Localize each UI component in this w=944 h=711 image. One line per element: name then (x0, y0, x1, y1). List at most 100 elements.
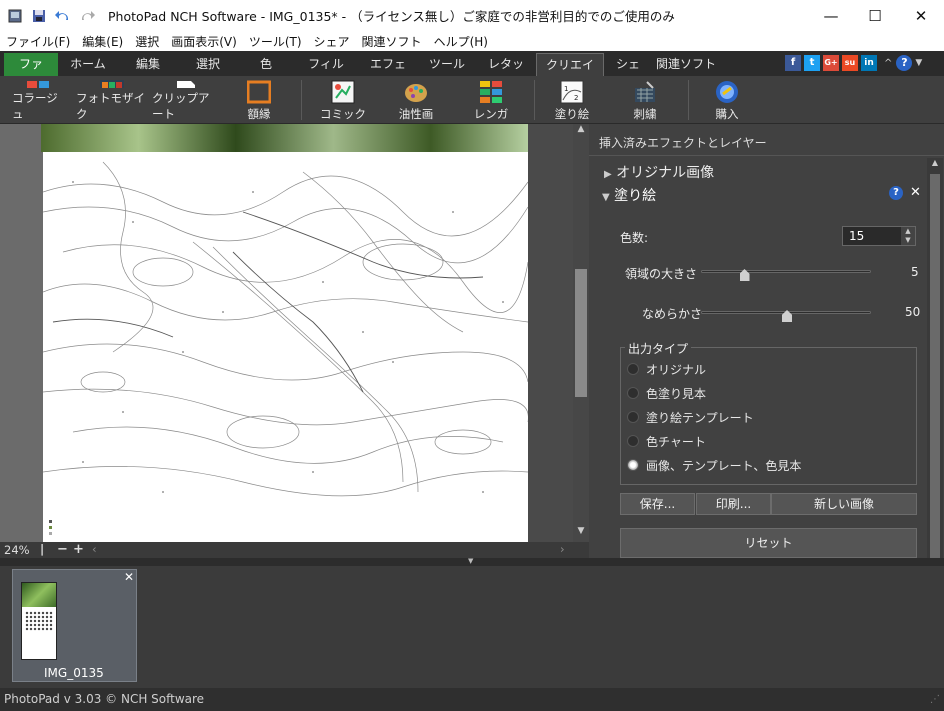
frame-icon (247, 80, 271, 104)
region-size-slider[interactable] (701, 269, 871, 281)
output-type-option-label[interactable]: 色チャート (646, 433, 706, 450)
tab-effect[interactable]: エフェクト (358, 53, 418, 94)
output-type-radio[interactable] (627, 363, 639, 375)
coloring-button[interactable]: 12 塗り絵 (551, 80, 593, 122)
panel-splitter[interactable]: ▼ (0, 557, 944, 566)
canvas-shadow (528, 124, 573, 542)
app-icon[interactable] (6, 7, 24, 25)
frame-label: 額縁 (247, 107, 271, 121)
layer-effect-row[interactable]: ▼ 塗り絵 (602, 185, 656, 205)
scroll-down-icon[interactable]: ▼ (573, 526, 589, 542)
reset-button[interactable]: リセット (620, 528, 917, 558)
coloring-page-image[interactable] (42, 152, 529, 542)
zoom-out-button[interactable]: | (40, 542, 44, 556)
output-type-radio[interactable] (627, 387, 639, 399)
toolbar-divider (534, 80, 535, 120)
colors-value: 15 (849, 229, 865, 243)
purchase-button[interactable]: 購入 (706, 80, 748, 122)
canvas-vertical-scrollbar[interactable]: ▲ ▼ (573, 124, 589, 542)
menu-help[interactable]: ヘルプ(H) (428, 33, 494, 50)
close-thumbnail-icon[interactable]: ✕ (124, 570, 134, 584)
google-plus-icon[interactable]: G+ (823, 55, 839, 71)
collapse-ribbon-icon[interactable]: ^ (884, 58, 892, 69)
comic-button[interactable]: コミック (320, 80, 366, 122)
smoothness-slider-thumb[interactable] (782, 310, 792, 322)
canvas-scroll-thumb[interactable] (575, 269, 587, 397)
output-type-radio[interactable] (627, 435, 639, 447)
frame-button[interactable]: 額縁 (236, 80, 282, 122)
twitter-icon[interactable]: t (804, 55, 820, 71)
thumbnail-image (21, 582, 57, 660)
scroll-left-icon[interactable]: ‹ (92, 542, 97, 556)
tab-file[interactable]: ファイル (4, 53, 58, 94)
tab-retouch[interactable]: レタッチ (476, 53, 536, 94)
effect-help-icon[interactable]: ? (889, 186, 903, 200)
tab-creative[interactable]: クリエイティブ (536, 53, 604, 95)
region-size-slider-thumb[interactable] (739, 269, 750, 281)
output-type-option-label[interactable]: 色塗り見本 (646, 385, 706, 402)
menu-edit[interactable]: 編集(E) (76, 33, 129, 50)
panel-scroll-thumb[interactable] (930, 174, 940, 558)
color-key-marks (49, 520, 53, 536)
smoothness-label: なめらかさ (642, 307, 703, 321)
scroll-right-icon[interactable]: › (560, 542, 565, 556)
brick-button[interactable]: レンガ (468, 80, 514, 122)
smoothness-slider[interactable] (701, 310, 871, 322)
tab-share[interactable]: シェア (604, 53, 652, 94)
tab-color[interactable]: 色 (238, 53, 294, 76)
stepper-up-icon[interactable]: ▲ (901, 227, 915, 236)
tab-tools[interactable]: ツール (418, 53, 476, 76)
menu-tools[interactable]: ツール(T) (243, 33, 308, 50)
colors-stepper[interactable]: 15 ▲ ▼ (842, 226, 916, 246)
image-top-strip (41, 124, 528, 152)
panel-scrollbar[interactable]: ▲ (927, 158, 943, 558)
output-type-radio[interactable] (627, 411, 639, 423)
tab-select[interactable]: 選択 (178, 53, 238, 76)
new-image-button[interactable]: 新しい画像 (771, 493, 917, 515)
facebook-icon[interactable]: f (785, 55, 801, 71)
help-icon[interactable]: ? (896, 55, 913, 71)
embroidery-icon (635, 81, 655, 102)
scroll-up-icon[interactable]: ▲ (573, 124, 589, 140)
title-bar: PhotoPad NCH Software - IMG_0135* - （ライセ… (0, 0, 944, 31)
chevron-down-icon[interactable]: ▼ (915, 58, 922, 68)
oil-paint-button[interactable]: 油性画 (390, 80, 442, 122)
output-type-option-label[interactable]: オリジナル (646, 361, 706, 378)
save-button[interactable]: 保存... (620, 493, 695, 515)
stumbleupon-icon[interactable]: su (842, 55, 858, 71)
clipart-icon (177, 81, 195, 88)
embroidery-button[interactable]: 刺繍 (624, 80, 666, 122)
menu-related[interactable]: 関連ソフト (356, 33, 428, 50)
minimize-button[interactable]: — (808, 0, 854, 31)
undo-icon[interactable] (54, 7, 72, 25)
menu-view[interactable]: 画面表示(V) (165, 33, 243, 50)
splitter-arrow-icon[interactable]: ▼ (468, 557, 473, 565)
menu-file[interactable]: ファイル(F) (0, 33, 76, 50)
thumbnail-card[interactable]: ✕ IMG_0135 (12, 569, 137, 682)
close-button[interactable]: ✕ (898, 0, 944, 31)
stepper-down-icon[interactable]: ▼ (901, 236, 915, 245)
redo-icon[interactable] (78, 7, 96, 25)
output-type-option-label[interactable]: 画像、テンプレート、色見本 (646, 457, 801, 474)
tab-filter[interactable]: フィルタ (294, 53, 358, 94)
layer-original-row[interactable]: ▶ オリジナル画像 (604, 162, 714, 182)
menu-select[interactable]: 選択 (129, 33, 165, 50)
clipart-button[interactable]: クリップアート (152, 80, 220, 122)
zoom-out-icon[interactable]: − (57, 542, 68, 557)
resize-grip-icon[interactable]: ⋰ (930, 688, 940, 711)
tab-edit[interactable]: 編集 (118, 53, 178, 76)
menu-share[interactable]: シェア (308, 33, 356, 50)
output-type-option-label[interactable]: 塗り絵テンプレート (646, 409, 754, 426)
maximize-button[interactable]: ☐ (852, 0, 898, 31)
comic-label: コミック (320, 107, 366, 121)
zoom-in-icon[interactable]: + (73, 542, 84, 557)
photo-mosaic-button[interactable]: フォトモザイク (76, 80, 148, 122)
linkedin-icon[interactable]: in (861, 55, 877, 71)
remove-effect-icon[interactable]: ✕ (910, 185, 921, 200)
tab-related[interactable]: 関連ソフト (652, 53, 720, 76)
output-type-radio[interactable] (627, 459, 639, 471)
save-quick-icon[interactable] (30, 7, 48, 25)
collage-button[interactable]: コラージュ (12, 80, 64, 122)
print-button[interactable]: 印刷... (696, 493, 771, 515)
tab-home[interactable]: ホーム (58, 53, 118, 76)
